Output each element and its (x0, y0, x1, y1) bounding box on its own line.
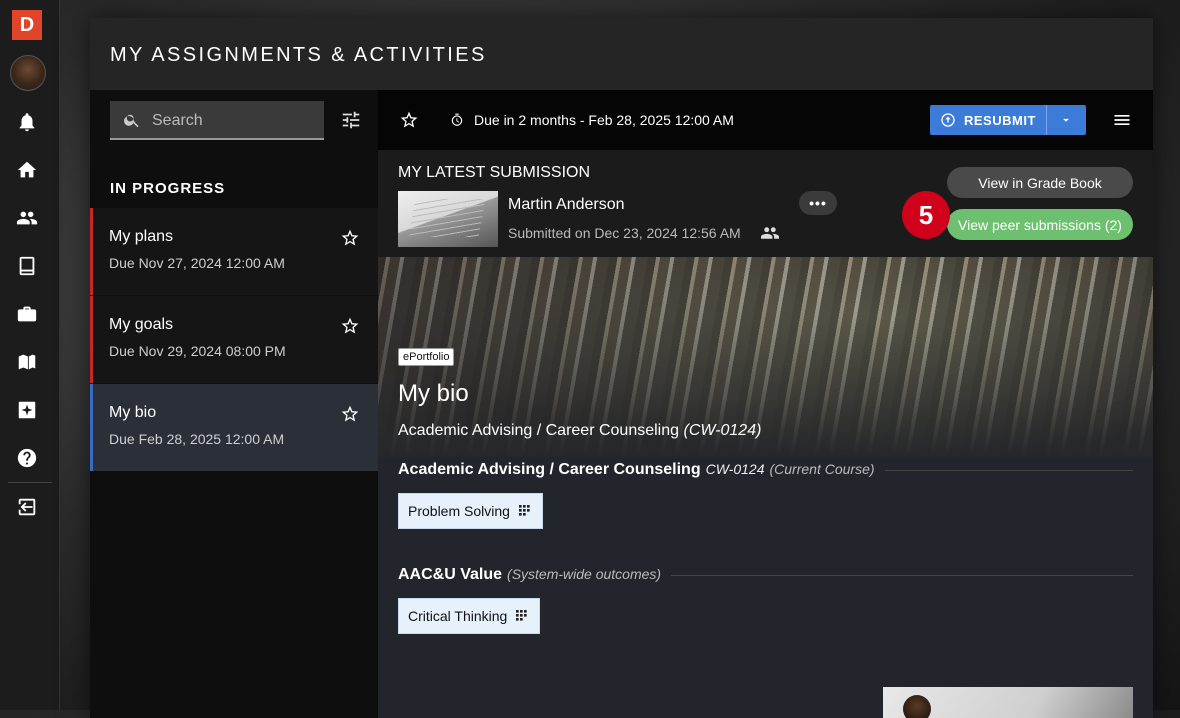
step-badge: 5 (902, 191, 950, 239)
list-item-selected[interactable]: My bio Due Feb 28, 2025 12:00 AM (90, 384, 378, 471)
star-icon[interactable] (340, 404, 360, 424)
rubric-grid-icon (516, 610, 528, 621)
outcome-chip-label: Problem Solving (408, 503, 510, 519)
outcome-chip[interactable]: Critical Thinking (398, 598, 541, 634)
search-box[interactable] (110, 101, 324, 140)
outcome-chip[interactable]: Problem Solving (398, 493, 543, 529)
nav-rail: D (0, 0, 60, 710)
page-title: MY ASSIGNMENTS & ACTIVITIES (110, 44, 487, 66)
star-icon[interactable] (340, 228, 360, 248)
outcome-section-heading: AAC&U Value (System-wide outcomes) (398, 566, 1133, 584)
sparkle-icon[interactable] (12, 395, 42, 425)
help-icon[interactable] (12, 443, 42, 473)
submission-date: Submitted on Dec 23, 2024 12:56 AM (508, 225, 741, 241)
list-item[interactable]: My goals Due Nov 29, 2024 08:00 PM (90, 296, 378, 383)
more-options-button[interactable]: ••• (799, 191, 837, 215)
submission-thumbnail[interactable] (398, 191, 498, 247)
assignment-detail-pane: Due in 2 months - Feb 28, 2025 12:00 AM … (378, 90, 1153, 718)
submission-preview-image[interactable] (883, 687, 1133, 718)
resubmit-button[interactable]: RESUBMIT (930, 105, 1046, 135)
list-item-title: My plans (109, 228, 174, 245)
star-icon[interactable] (399, 110, 419, 130)
bell-icon[interactable] (12, 107, 42, 137)
outcome-chip-label: Critical Thinking (408, 608, 508, 624)
course-name: Academic Advising / Career Counseling (398, 422, 680, 439)
rail-divider (8, 482, 52, 483)
timer-icon (450, 113, 464, 127)
list-item-due: Due Feb 28, 2025 12:00 AM (109, 431, 285, 447)
menu-icon[interactable] (1112, 110, 1134, 130)
books-icon[interactable] (12, 347, 42, 377)
assignments-modal: MY ASSIGNMENTS & ACTIVITIES IN PROGRESS … (90, 18, 1153, 718)
resubmit-dropdown-button[interactable] (1046, 105, 1086, 135)
list-item-due: Due Nov 29, 2024 08:00 PM (109, 343, 286, 359)
search-icon (124, 114, 139, 128)
star-icon[interactable] (340, 316, 360, 336)
due-date-text: Due in 2 months - Feb 28, 2025 12:00 AM (474, 112, 734, 128)
list-item-due: Due Nov 27, 2024 12:00 AM (109, 255, 285, 271)
sliders-icon (342, 111, 360, 129)
briefcase-icon[interactable] (12, 299, 42, 329)
app-logo[interactable]: D (12, 10, 42, 40)
divider (671, 574, 1133, 576)
caret-down-icon (1063, 118, 1069, 122)
home-icon[interactable] (12, 155, 42, 185)
outcome-heading: AAC&U Value (398, 566, 503, 583)
search-input[interactable] (150, 101, 324, 140)
latest-submission-panel: MY LATEST SUBMISSION Martin Anderson Sub… (378, 150, 1153, 257)
view-peer-submissions-button[interactable]: View peer submissions (2) (947, 209, 1133, 240)
divider (884, 469, 1133, 471)
people-icon[interactable] (12, 203, 42, 233)
detail-toolbar: Due in 2 months - Feb 28, 2025 12:00 AM … (378, 90, 1153, 150)
list-item-title: My goals (109, 316, 174, 333)
filter-button[interactable] (340, 109, 364, 133)
outcome-code: CW-0124 (705, 461, 765, 477)
upload-circle-icon (941, 113, 955, 127)
outcome-section-heading: Academic Advising / Career Counseling CW… (398, 461, 1133, 479)
outcome-heading: Academic Advising / Career Counseling (398, 461, 701, 478)
eportfolio-tag: ePortfolio (398, 348, 455, 366)
resubmit-label: RESUBMIT (964, 112, 1036, 128)
assignment-title: My bio (398, 380, 469, 407)
rubric-grid-icon (518, 505, 530, 516)
group-icon (760, 224, 780, 242)
outcome-note: (Current Course) (769, 461, 875, 477)
user-avatar[interactable] (10, 55, 46, 91)
assignments-list-pane: IN PROGRESS My plans Due Nov 27, 2024 12… (90, 90, 378, 718)
course-code: (CW-0124) (683, 422, 762, 439)
in-progress-heading: IN PROGRESS (110, 180, 226, 197)
course-line: Academic Advising / Career Counseling (C… (398, 422, 761, 440)
exit-icon[interactable] (12, 492, 42, 522)
avatar (903, 695, 931, 718)
outcome-note: (System-wide outcomes) (507, 566, 662, 582)
latest-submission-label: MY LATEST SUBMISSION (398, 164, 591, 181)
book-icon[interactable] (12, 251, 42, 281)
submission-author: Martin Anderson (508, 196, 625, 213)
list-item[interactable]: My plans Due Nov 27, 2024 12:00 AM (90, 208, 378, 295)
view-grade-book-button[interactable]: View in Grade Book (947, 167, 1133, 198)
list-item-title: My bio (109, 404, 157, 421)
